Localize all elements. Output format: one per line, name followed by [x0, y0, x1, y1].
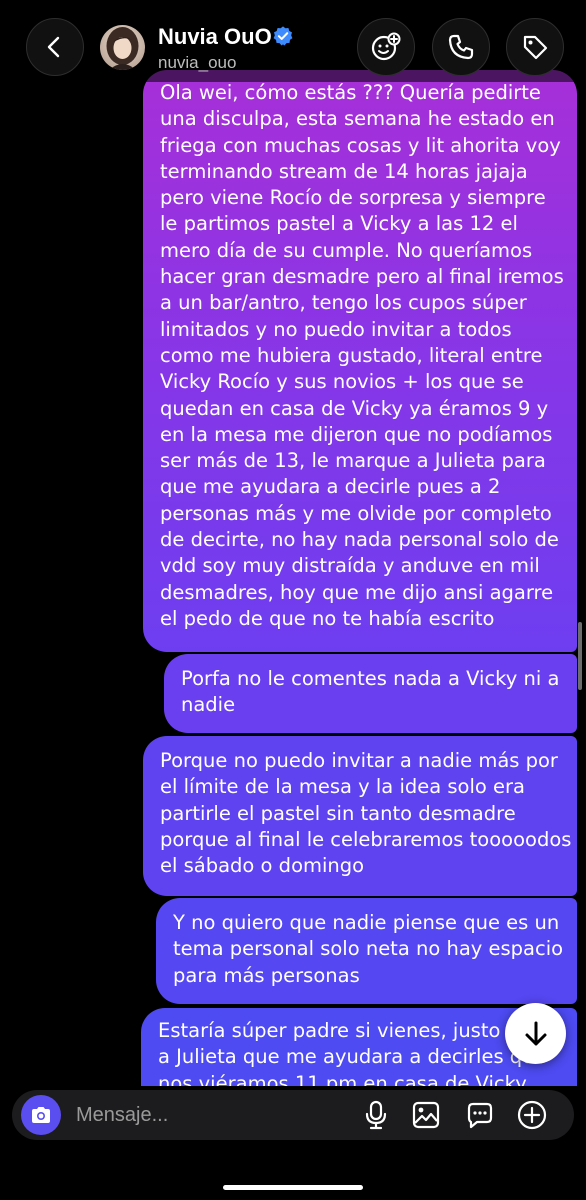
message-line: tema personal solo neta no hay espacio: [173, 937, 564, 961]
back-button[interactable]: [26, 18, 84, 76]
message-line: Porque no puedo invitar a nadie más por: [160, 749, 558, 772]
tag-button[interactable]: [506, 18, 564, 76]
message-line: Estaría súper padre si vienes, justo le …: [158, 1019, 566, 1042]
message-line: porque al final le celebraremos tooooodo…: [160, 827, 572, 851]
message-line: personas más y me olvide por completo: [160, 501, 552, 525]
plus-button[interactable]: [514, 1097, 550, 1133]
message-line: Ola wei, cómo estás ??? Quería pedirte: [160, 81, 541, 104]
message-line: una disculpa, esta semana he estado en: [160, 107, 555, 131]
message-line: vdd soy muy distraída y anduve en mil: [160, 554, 540, 578]
message-line: el sábado o domingo: [160, 854, 365, 878]
message-line: Vicky Rocío y sus novios + los que se: [160, 370, 524, 394]
message-line: el límite de la mesa y la idea solo era: [160, 775, 525, 799]
message-line: ser más de 13, le marque a Julieta para: [160, 449, 546, 473]
call-button[interactable]: [432, 18, 490, 76]
verified-badge-icon: [273, 26, 293, 46]
sent-message-bubble[interactable]: Porfa no le comentes nada a Vicky ni a n…: [164, 654, 577, 733]
message-line: Porfa no le comentes nada a Vicky ni a: [181, 667, 560, 690]
sent-message-bubble[interactable]: Ola wei, cómo estás ??? Quería pedirte u…: [143, 70, 577, 652]
sent-message-bubble[interactable]: Y no quiero que nadie piense que es un t…: [156, 898, 577, 1004]
effects-button[interactable]: [357, 18, 415, 76]
message-line: para más personas: [173, 963, 360, 987]
message-line: a un bar/antro, tengo los cupos súper: [160, 291, 527, 315]
message-line: mero día de su cumple. No queríamos: [160, 238, 533, 262]
message-line: friega con muchas cosas y lit ahorita vo…: [160, 133, 561, 157]
message-line: hacer gran desmadre pero al final iremos: [160, 265, 564, 289]
message-line: quedan en casa de Vicky ya éramos 9 y: [160, 396, 549, 420]
sent-message-bubble[interactable]: Porque no puedo invitar a nadie más por …: [143, 736, 577, 896]
tag-icon: [523, 35, 548, 60]
message-line: nadie: [181, 693, 236, 717]
scrollbar[interactable]: [578, 622, 582, 690]
message-thread: Ola wei, cómo estás ??? Quería pedirte u…: [0, 0, 586, 1088]
message-line: pero viene Rocío de sorpresa y siempre: [160, 186, 546, 210]
message-input[interactable]: [76, 1102, 336, 1128]
message-line: partirle el pastel sin tanto desmadre: [160, 801, 516, 825]
sticker-button[interactable]: [462, 1097, 498, 1133]
home-indicator[interactable]: [223, 1185, 363, 1190]
message-line: a Julieta que me ayudara a decirles que: [158, 1045, 547, 1069]
plus-icon: [517, 1100, 547, 1130]
message-line: como me hubiera gustado, literal entre: [160, 343, 543, 367]
camera-icon: [32, 1107, 50, 1123]
message-line: desmadres, hoy que me dijo ansi agarre: [160, 580, 554, 604]
sticker-icon: [467, 1102, 493, 1129]
arrow-down-icon: [525, 1021, 546, 1045]
camera-button[interactable]: [21, 1095, 61, 1135]
message-line: terminando stream de 14 horas jajaja: [160, 159, 528, 183]
message-line: le partimos pastel a Vicky a las 12 el: [160, 212, 518, 236]
message-line: limitados y no puedo invitar a todos: [160, 317, 512, 341]
avatar[interactable]: [100, 25, 145, 70]
chat-header: Nuvia OuO nuvia_ouo: [0, 0, 586, 82]
back-icon: [47, 36, 60, 58]
microphone-button[interactable]: [358, 1097, 394, 1133]
microphone-icon: [365, 1100, 387, 1130]
message-line: el pedo de que no te había escrito: [160, 606, 495, 630]
message-line: que me ayudara a decirle pues a 2: [160, 475, 501, 499]
message-line: en la mesa me dijeron que no podíamos: [160, 422, 553, 446]
scroll-to-bottom-button[interactable]: [505, 1003, 566, 1064]
effects-icon: [371, 32, 401, 61]
gallery-icon: [412, 1101, 440, 1129]
message-line: Y no quiero que nadie piense que es un: [173, 911, 560, 934]
contact-handle: nuvia_ouo: [158, 53, 237, 72]
avatar-image: [100, 25, 145, 70]
message-line: de decirte, no hay nada personal solo de: [160, 528, 559, 552]
contact-name[interactable]: Nuvia OuO: [158, 24, 272, 50]
phone-icon: [448, 34, 474, 60]
gallery-button[interactable]: [408, 1097, 444, 1133]
